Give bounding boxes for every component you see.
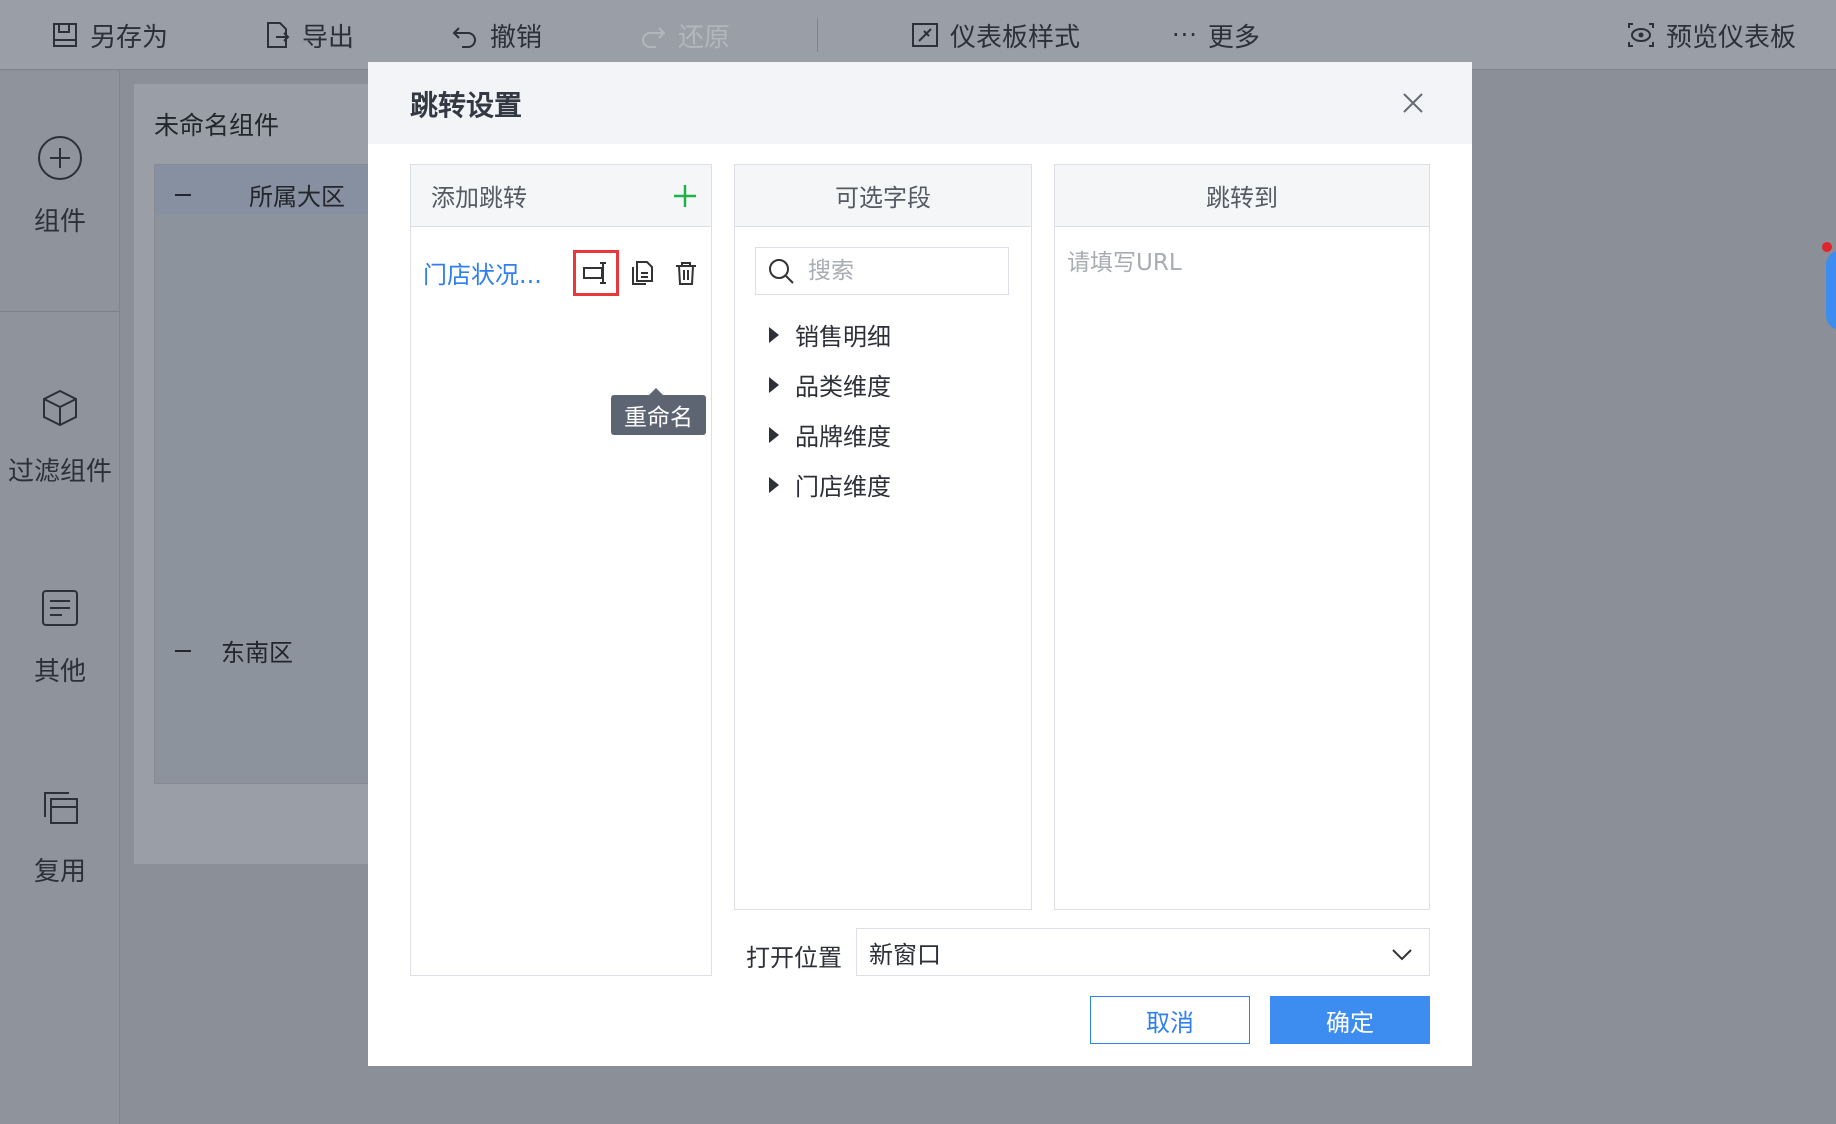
url-input[interactable]: [1067, 243, 1417, 283]
jump-settings-dialog: 跳转设置 添加跳转 门店状况... 重命名 可选字段 搜索 销售明细 品类维度 …: [368, 62, 1472, 1066]
copy-jump-button[interactable]: [619, 250, 665, 296]
tree-table: 所属大区 东南区: [154, 164, 375, 784]
field-item-sales-detail[interactable]: 销售明细: [769, 317, 891, 352]
jump-list-item[interactable]: 门店状况...: [423, 250, 703, 296]
dialog-title: 跳转设置: [410, 89, 523, 122]
close-icon[interactable]: [1398, 88, 1428, 118]
sidebar-divider: [0, 311, 120, 312]
redo-icon: [642, 27, 666, 48]
sidebar-item-label: 过滤组件: [7, 457, 112, 487]
left-sidebar: 组件 过滤组件 其他 复用: [0, 71, 120, 1124]
copy-icon: [44, 792, 78, 824]
open-position-select[interactable]: 新窗口: [856, 928, 1430, 976]
tree-header-row[interactable]: 所属大区: [175, 177, 345, 212]
tree-header-label: 所属大区: [249, 183, 345, 211]
top-toolbar: 另存为 导出 撤销 还原 仪表板样式 ··· 更多 预览仪表板: [0, 0, 1836, 70]
dashboard-style-button[interactable]: 仪表板样式: [910, 0, 1080, 70]
field-item-label: 品牌维度: [795, 423, 891, 451]
save-as-button[interactable]: 另存为: [50, 0, 168, 70]
fields-header: 可选字段: [735, 165, 1031, 227]
toolbar-divider: [817, 18, 818, 52]
redo-button[interactable]: 还原: [638, 0, 730, 70]
rename-button[interactable]: [573, 250, 619, 296]
collapse-icon[interactable]: [175, 193, 191, 196]
sidebar-item-label: 复用: [33, 857, 86, 887]
add-jump-icon[interactable]: [671, 182, 699, 210]
sidebar-item-reuse[interactable]: 复用: [0, 785, 120, 888]
tree-header: 所属大区: [155, 165, 375, 215]
plus-circle-icon: [38, 136, 82, 180]
rename-icon: [583, 262, 606, 284]
open-position-value: 新窗口: [869, 940, 941, 969]
collapse-icon[interactable]: [175, 649, 191, 652]
field-search-input[interactable]: [808, 258, 998, 284]
field-item-store[interactable]: 门店维度: [769, 467, 891, 502]
jump-item-name[interactable]: 门店状况...: [423, 255, 563, 290]
field-search-box[interactable]: [755, 247, 1009, 295]
save-as-label: 另存为: [90, 22, 169, 53]
search-icon: [769, 259, 794, 284]
jump-list-panel: 添加跳转 门店状况... 重命名: [410, 164, 712, 976]
dashboard-style-label: 仪表板样式: [950, 22, 1081, 53]
tree-row[interactable]: 东南区: [175, 633, 293, 668]
more-label: 更多: [1207, 22, 1260, 53]
jump-target-panel: 跳转到: [1054, 164, 1430, 910]
redo-label: 还原: [678, 22, 731, 53]
field-item-label: 销售明细: [795, 323, 891, 351]
floating-side-button[interactable]: [1826, 250, 1836, 330]
export-label: 导出: [302, 22, 355, 53]
undo-button[interactable]: 撤销: [450, 0, 542, 70]
sidebar-item-label: 组件: [33, 207, 86, 237]
confirm-button[interactable]: 确定: [1270, 996, 1430, 1044]
expand-triangle-icon[interactable]: [769, 376, 779, 393]
field-item-brand[interactable]: 品牌维度: [769, 417, 891, 452]
sidebar-item-other[interactable]: 其他: [0, 585, 120, 688]
copy-file-icon: [632, 261, 653, 285]
dialog-header: 跳转设置: [368, 62, 1472, 144]
field-item-label: 门店维度: [795, 473, 891, 501]
trash-icon: [676, 262, 696, 285]
more-icon: ···: [1172, 21, 1198, 49]
more-button[interactable]: ··· 更多: [1172, 0, 1260, 70]
tree-row-label: 东南区: [221, 639, 293, 667]
export-button[interactable]: 导出: [262, 0, 354, 70]
preview-label: 预览仪表板: [1666, 22, 1797, 53]
document-icon: [42, 590, 78, 626]
rename-tooltip: 重命名: [611, 388, 706, 435]
component-title: 未命名组件: [154, 111, 280, 140]
sidebar-item-label: 其他: [33, 657, 86, 687]
open-position-label: 打开位置: [746, 944, 842, 972]
cube-icon: [43, 389, 77, 427]
style-icon: [912, 23, 938, 47]
eye-icon: [1628, 23, 1654, 47]
add-jump-label: 添加跳转: [431, 184, 527, 212]
preview-dashboard-button[interactable]: 预览仪表板: [1626, 0, 1796, 70]
field-item-category[interactable]: 品类维度: [769, 367, 891, 402]
chevron-down-icon: [1392, 949, 1412, 961]
notification-dot: [1822, 242, 1832, 252]
available-fields-panel: 可选字段 销售明细 品类维度 品牌维度 门店维度: [734, 164, 1032, 910]
expand-triangle-icon[interactable]: [769, 426, 779, 443]
jump-list-header: 添加跳转: [411, 165, 711, 227]
delete-jump-button[interactable]: [663, 250, 709, 296]
cancel-button[interactable]: 取消: [1090, 996, 1250, 1044]
field-item-label: 品类维度: [795, 373, 891, 401]
expand-triangle-icon[interactable]: [769, 326, 779, 343]
export-icon: [267, 22, 290, 48]
dashboard-component-card[interactable]: 未命名组件 所属大区 东南区: [134, 84, 375, 864]
sidebar-item-filter-components[interactable]: 过滤组件: [0, 385, 120, 488]
jump-target-header: 跳转到: [1055, 165, 1429, 227]
sidebar-item-components[interactable]: 组件: [0, 135, 120, 238]
undo-label: 撤销: [490, 22, 543, 53]
expand-triangle-icon[interactable]: [769, 476, 779, 493]
undo-icon: [452, 27, 476, 48]
save-icon: [53, 23, 77, 47]
